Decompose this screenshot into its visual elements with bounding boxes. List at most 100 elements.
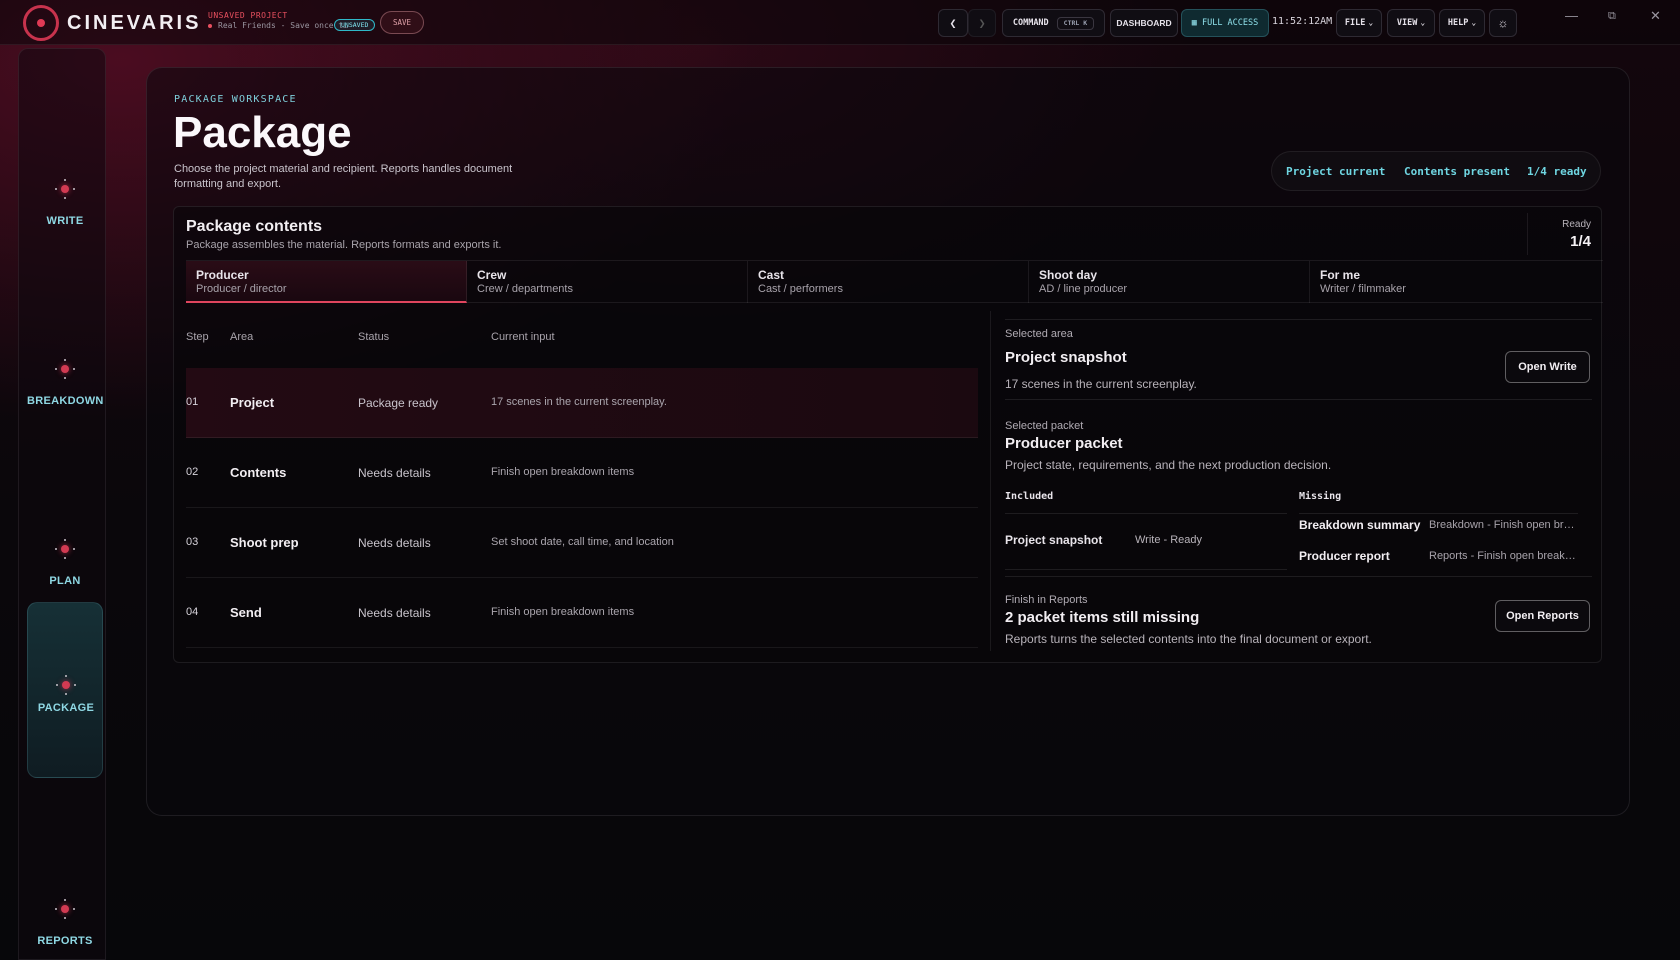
rail-label-write: WRITE	[46, 215, 84, 227]
row-status: Needs details	[358, 536, 431, 550]
unsaved-badge: UNSAVED	[334, 19, 376, 31]
tab-name: For me	[1320, 268, 1361, 282]
chevron-right-icon: ❯	[978, 18, 986, 28]
missing-label: Missing	[1299, 491, 1342, 502]
minimize-icon[interactable]: —	[1565, 8, 1578, 23]
command-label: COMMAND	[1012, 18, 1049, 28]
tab-name: Shoot day	[1039, 268, 1098, 282]
chevron-left-icon: ❮	[949, 18, 957, 28]
cinevaris-logo-icon	[23, 5, 59, 41]
row-step: 04	[186, 606, 199, 618]
table-row[interactable]: 01 Project Package ready 17 scenes in th…	[186, 368, 978, 438]
tab-role: Producer / director	[196, 283, 287, 295]
column-header-area: Area	[230, 331, 254, 343]
row-input: Finish open breakdown items	[491, 466, 635, 478]
included-label: Included	[1005, 491, 1054, 502]
rail-label-package: PACKAGE	[37, 702, 95, 714]
open-write-button[interactable]: Open Write	[1505, 351, 1590, 383]
tab-producer[interactable]: Producer Producer / director	[186, 261, 467, 303]
rail-item-package[interactable]: PACKAGE	[27, 602, 103, 778]
reports-target-icon	[55, 899, 75, 919]
divider	[1005, 569, 1287, 570]
ready-value: 1/4	[1570, 233, 1591, 250]
back-button[interactable]: ❮	[938, 9, 968, 37]
tab-crew[interactable]: Crew Crew / departments	[467, 261, 748, 303]
column-header-input: Current input	[491, 331, 555, 343]
row-area: Project	[230, 395, 275, 410]
selected-packet-text: Project state, requirements, and the nex…	[1005, 458, 1332, 472]
package-contents-card: Package contents Package assembles the m…	[173, 206, 1603, 663]
row-area: Send	[230, 605, 262, 620]
row-input: 17 scenes in the current screenplay.	[491, 396, 667, 408]
row-input: Finish open breakdown items	[491, 606, 635, 618]
project-label: UNSAVED PROJECT	[208, 11, 288, 20]
restore-icon[interactable]: ⧉	[1608, 10, 1616, 23]
ready-label: Ready	[1562, 219, 1591, 230]
selected-area-label: Selected area	[1005, 328, 1073, 340]
rail-item-reports[interactable]: REPORTS	[27, 825, 103, 960]
plan-target-icon	[55, 539, 75, 559]
brand-name: CINEVARIS	[67, 12, 202, 34]
chevron-down-icon: ⌄	[1471, 18, 1477, 27]
tab-for-me[interactable]: For me Writer / filmmaker	[1310, 261, 1603, 303]
access-mode-button[interactable]: ▦ FULL ACCESS	[1181, 9, 1269, 37]
ready-counter: Ready 1/4	[1527, 213, 1603, 255]
divider	[1005, 319, 1592, 320]
finish-text: Reports turns the selected contents into…	[1005, 632, 1372, 646]
included-item-value: Write - Ready	[1135, 534, 1203, 546]
sun-icon: ☼	[1497, 16, 1509, 30]
status-ready-count: 1/4 ready	[1527, 165, 1587, 178]
column-header-status: Status	[358, 331, 390, 343]
table-row[interactable]: 04 Send Needs details Finish open breakd…	[186, 578, 978, 648]
divider	[1005, 513, 1287, 514]
dashboard-button[interactable]: DASHBOARD	[1110, 9, 1178, 37]
column-header-step: Step	[186, 331, 209, 343]
file-menu-label: FILE	[1344, 18, 1366, 28]
divider	[1005, 399, 1592, 400]
row-step: 02	[186, 466, 199, 478]
title-bar: CINEVARIS UNSAVED PROJECT Real Friends -…	[0, 0, 1680, 45]
theme-toggle-button[interactable]: ☼	[1489, 9, 1517, 37]
selected-packet-title: Producer packet	[1005, 435, 1123, 452]
row-input: Set shoot date, call time, and location	[491, 536, 674, 548]
row-status: Needs details	[358, 606, 431, 620]
file-menu[interactable]: FILE ⌄	[1336, 9, 1382, 37]
tab-cast[interactable]: Cast Cast / performers	[748, 261, 1029, 303]
breakdown-target-icon	[55, 359, 75, 379]
divider	[1299, 513, 1578, 514]
selected-area-title: Project snapshot	[1005, 349, 1127, 366]
tab-role: AD / line producer	[1039, 283, 1128, 295]
side-rail: WRITE BREAKDOWN PLAN PACKAGE REPORTS	[18, 48, 106, 960]
row-area: Shoot prep	[230, 535, 299, 550]
missing-item-value: Reports - Finish open break…	[1429, 550, 1576, 562]
missing-item-name: Breakdown summary	[1299, 518, 1421, 532]
table-row[interactable]: 02 Contents Needs details Finish open br…	[186, 438, 978, 508]
rail-item-breakdown[interactable]: BREAKDOWN	[27, 285, 103, 461]
command-shortcut: CTRL K	[1056, 17, 1095, 30]
help-menu-label: HELP	[1447, 18, 1469, 28]
chevron-down-icon: ⌄	[1368, 18, 1374, 27]
close-icon[interactable]: ✕	[1650, 8, 1661, 24]
project-indicator[interactable]: UNSAVED PROJECT Real Friends - Save once…	[208, 11, 348, 30]
rail-item-write[interactable]: WRITE	[27, 105, 103, 281]
page-title: Package	[173, 108, 352, 157]
forward-button[interactable]: ❯	[968, 9, 996, 37]
page-description: Choose the project material and recipien…	[174, 163, 513, 190]
clock: 11:52:12AM	[1272, 16, 1333, 27]
save-button[interactable]: SAVE	[380, 11, 424, 34]
row-status: Package ready	[358, 396, 439, 410]
tab-role: Crew / departments	[477, 283, 573, 295]
finish-label: Finish in Reports	[1005, 594, 1088, 606]
view-menu[interactable]: VIEW ⌄	[1387, 9, 1435, 37]
help-menu[interactable]: HELP ⌄	[1439, 9, 1485, 37]
recipient-tabs: Producer Producer / director Crew Crew /…	[186, 260, 1603, 303]
command-palette-button[interactable]: COMMAND CTRL K	[1002, 9, 1105, 37]
package-target-icon	[56, 675, 76, 695]
status-project-current: Project current	[1286, 165, 1386, 178]
table-row[interactable]: 03 Shoot prep Needs details Set shoot da…	[186, 508, 978, 578]
row-step: 03	[186, 536, 199, 548]
access-label: FULL ACCESS	[1201, 18, 1259, 28]
open-reports-button[interactable]: Open Reports	[1495, 600, 1590, 632]
view-menu-label: VIEW	[1396, 18, 1418, 28]
tab-shoot-day[interactable]: Shoot day AD / line producer	[1029, 261, 1310, 303]
